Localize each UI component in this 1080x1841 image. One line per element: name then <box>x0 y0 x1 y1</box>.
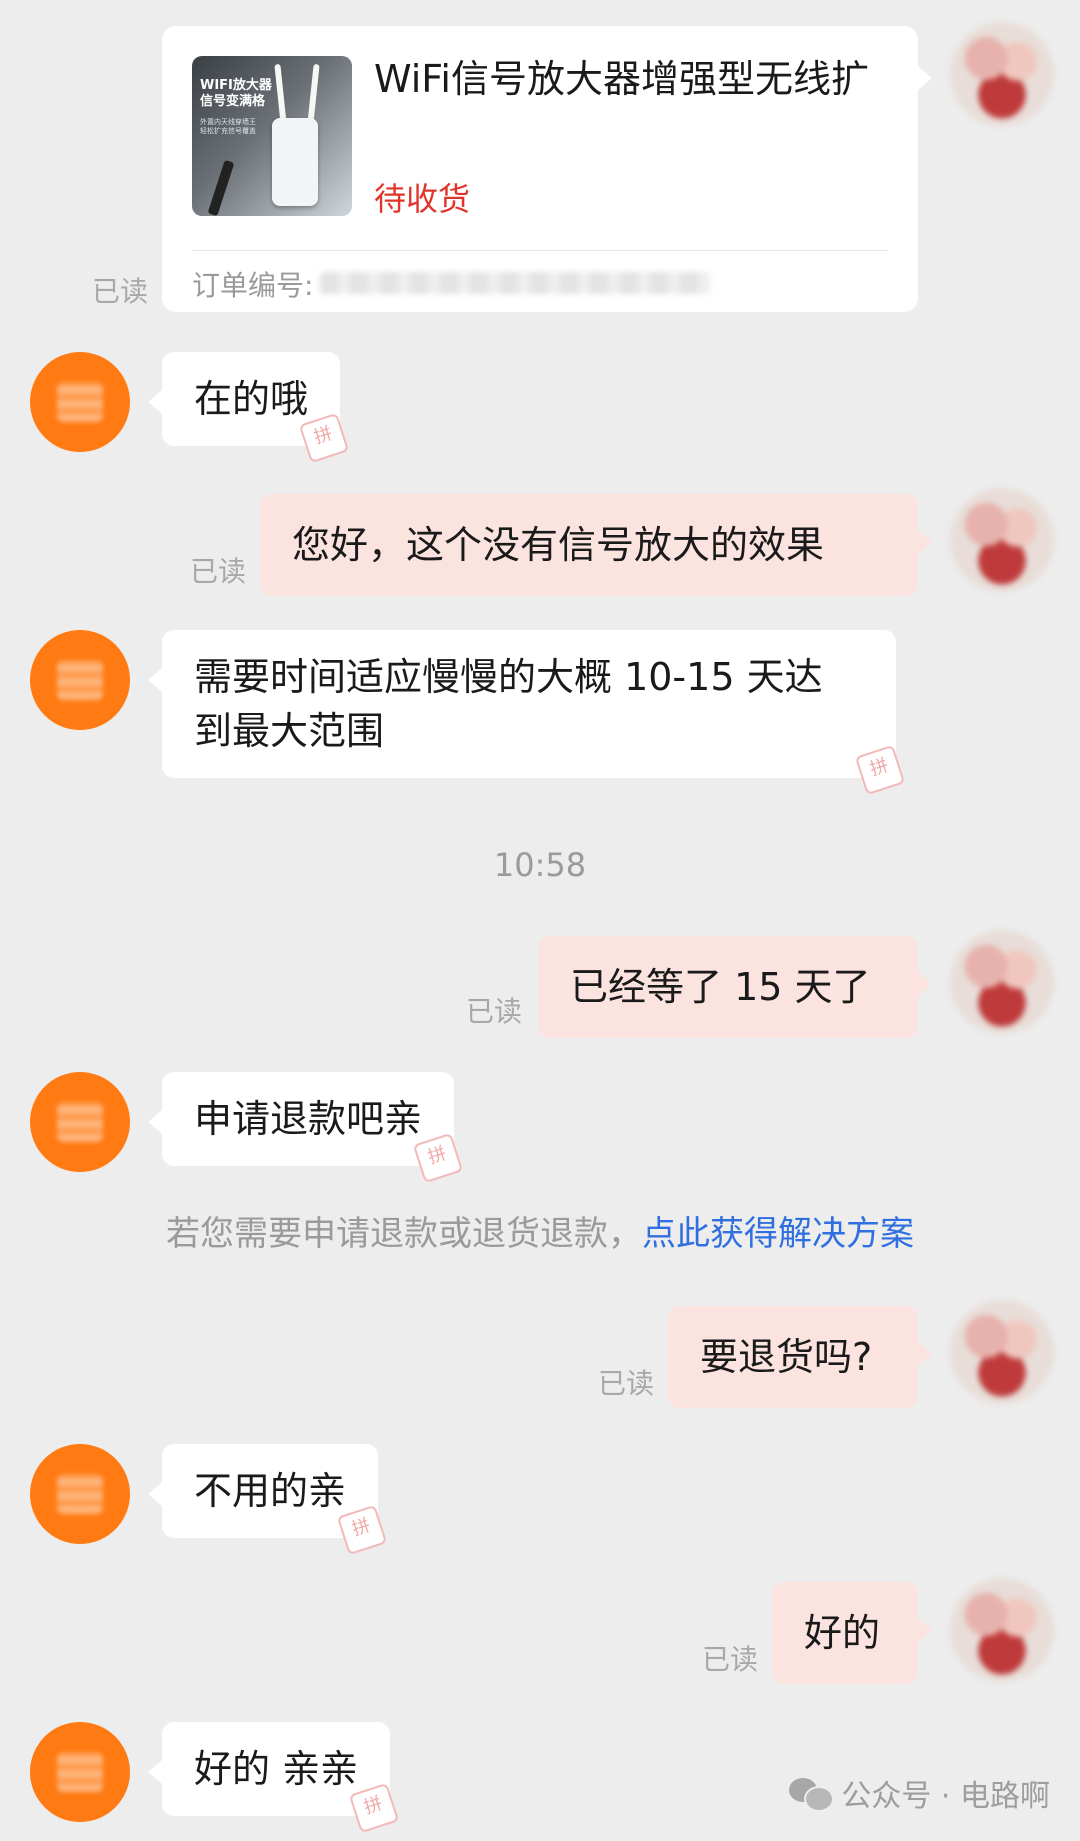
user-avatar[interactable] <box>950 1578 1054 1682</box>
order-number-redacted <box>320 272 710 294</box>
message-bubble-outgoing[interactable]: 好的 <box>772 1582 918 1684</box>
bubble-tail <box>148 1110 162 1134</box>
avatar-logo <box>57 1752 103 1792</box>
merchant-avatar[interactable] <box>30 1444 130 1544</box>
bubble-tail <box>918 972 932 996</box>
timestamp: 10:58 <box>493 846 587 884</box>
message-text: 需要时间适应慢慢的大概 10-15 天达 到最大范围 <box>194 655 823 753</box>
order-status: 待收货 <box>374 180 471 218</box>
wechat-icon <box>789 1776 835 1812</box>
refund-notice-text: 若您需要申请退款或退货退款， <box>166 1214 642 1254</box>
message-text: 已经等了 15 天了 <box>570 965 871 1009</box>
message-bubble-incoming[interactable]: 不用的亲 拼 <box>162 1444 388 1556</box>
usb-adapter-graphic <box>207 159 235 216</box>
message-bubble-incoming[interactable]: 在的哦 拼 <box>162 352 350 464</box>
read-receipt: 已读 <box>190 555 247 588</box>
message-bubble-outgoing[interactable]: 您好，这个没有信号放大的效果 <box>260 494 918 596</box>
avatar-logo <box>57 1102 103 1142</box>
message-text: 您好，这个没有信号放大的效果 <box>292 523 825 567</box>
read-receipt: 已读 <box>702 1643 759 1676</box>
message-bubble-incoming[interactable]: 申请退款吧亲 拼 <box>162 1072 464 1184</box>
bubble-tail <box>148 1482 162 1506</box>
bubble-tail <box>918 66 932 90</box>
read-receipt: 已读 <box>598 1367 655 1400</box>
refund-solution-link[interactable]: 点此获得解决方案 <box>642 1214 914 1254</box>
message-bubble-incoming[interactable]: 好的 亲亲 拼 <box>162 1722 400 1834</box>
avatar-logo <box>57 1474 103 1514</box>
user-avatar[interactable] <box>950 488 1054 592</box>
bubble-tail <box>918 530 932 554</box>
user-avatar[interactable] <box>950 1300 1054 1404</box>
merchant-avatar[interactable] <box>30 630 130 730</box>
read-receipt: 已读 <box>466 995 523 1028</box>
message-text: 不用的亲 <box>194 1469 347 1513</box>
watermark: 公众号 · 电路啊 <box>789 1771 1050 1815</box>
avatar-logo <box>57 382 103 422</box>
message-text: 申请退款吧亲 <box>194 1097 423 1141</box>
refund-notice: 若您需要申请退款或退货退款，点此获得解决方案 <box>0 1206 1080 1255</box>
message-text: 要退货吗? <box>700 1335 873 1379</box>
product-title[interactable]: WiFi信号放大器增强型无线扩 <box>374 52 894 106</box>
message-bubble-outgoing[interactable]: 要退货吗? <box>668 1306 918 1408</box>
bubble-tail <box>918 1618 932 1642</box>
merchant-avatar[interactable] <box>30 352 130 452</box>
user-avatar[interactable] <box>950 930 1054 1034</box>
message-text: 好的 亲亲 <box>194 1747 359 1791</box>
message-bubble-incoming[interactable]: 需要时间适应慢慢的大概 10-15 天达 到最大范围 拼 <box>162 630 906 796</box>
merchant-avatar[interactable] <box>30 1722 130 1822</box>
message-bubble-outgoing[interactable]: 已经等了 15 天了 <box>538 936 918 1038</box>
product-image-caption: WIFI放大器 信号变满格 <box>200 78 272 109</box>
order-card[interactable]: WIFI放大器 信号变满格 外置内天线穿墙王 轻松扩充信号覆盖 WiFi信号放大… <box>162 26 918 312</box>
avatar-logo <box>57 660 103 700</box>
product-thumbnail[interactable]: WIFI放大器 信号变满格 外置内天线穿墙王 轻松扩充信号覆盖 <box>192 56 352 216</box>
product-image-subcaption: 外置内天线穿墙王 轻松扩充信号覆盖 <box>200 118 256 135</box>
merchant-avatar[interactable] <box>30 1072 130 1172</box>
read-receipt: 已读 <box>92 275 149 308</box>
bubble-tail <box>148 1760 162 1784</box>
message-text: 好的 <box>804 1611 881 1655</box>
bubble-tail <box>148 390 162 414</box>
user-avatar[interactable] <box>950 22 1054 126</box>
bubble-tail <box>918 1342 932 1366</box>
bubble-tail <box>148 668 162 692</box>
card-divider <box>192 250 888 251</box>
message-text: 在的哦 <box>194 377 309 421</box>
watermark-text: 公众号 · 电路啊 <box>841 1779 1050 1814</box>
order-number-label: 订单编号: <box>192 269 314 302</box>
